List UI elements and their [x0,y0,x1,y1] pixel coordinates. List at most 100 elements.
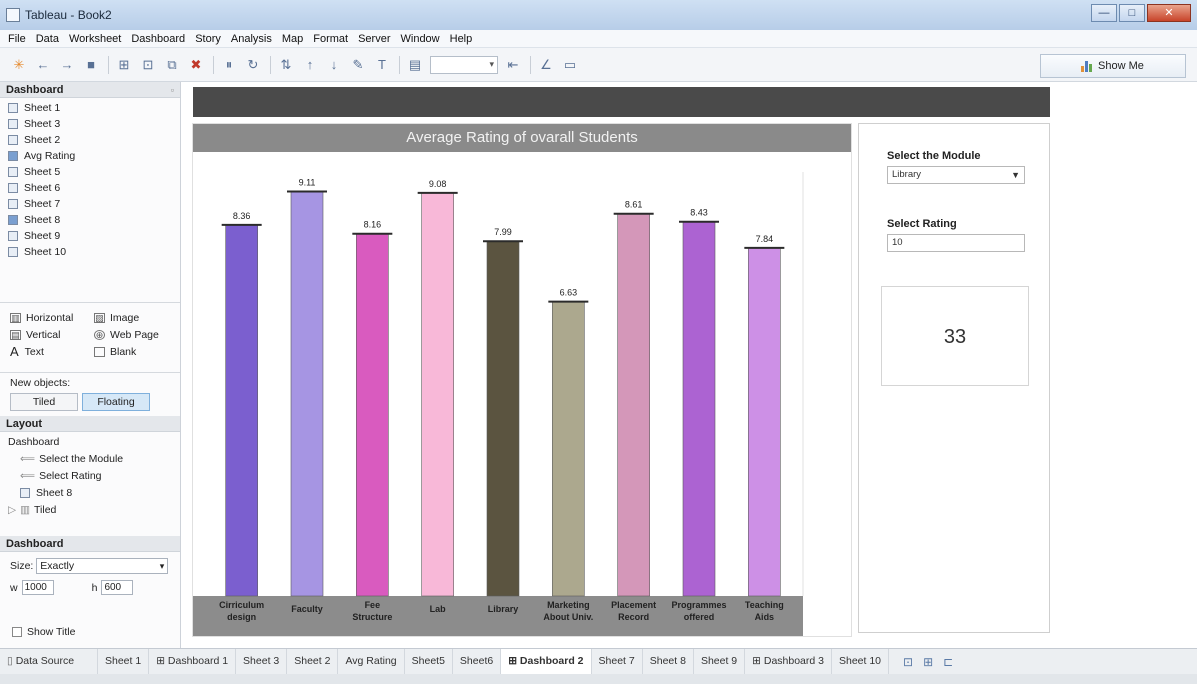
presentation-mode-icon[interactable]: ▭ [561,56,579,74]
bar[interactable] [748,247,781,597]
tab-sheet-7[interactable]: Sheet 7 [592,649,643,674]
tab-sheet-8[interactable]: Sheet 8 [643,649,694,674]
checkbox-box[interactable] [12,627,22,637]
save-icon[interactable]: ■ [82,56,100,74]
show-title-checkbox[interactable]: Show Title [12,626,75,638]
menu-data[interactable]: Data [36,33,59,45]
highlight-icon[interactable]: ✎ [349,56,367,74]
tableau-logo-icon[interactable]: ✳ [10,56,28,74]
sheet-item[interactable]: Sheet 5 [8,164,180,180]
module-dropdown[interactable]: Library ▼ [887,166,1025,184]
menu-window[interactable]: Window [401,33,440,45]
new-worksheet-icon[interactable]: ⊡ [139,56,157,74]
bar[interactable] [682,221,716,597]
bar[interactable] [225,224,258,597]
sort-descending-icon[interactable]: ↓ [325,56,343,74]
new-dashboard-icon[interactable]: ⊞ [923,655,933,669]
height-stepper[interactable]: 600 [101,580,134,595]
tab-sheet-6[interactable]: Sheet6 [453,649,502,674]
close-button[interactable]: ✕ [1147,4,1191,22]
layout-item-sheet8[interactable]: Sheet 8 [8,485,180,502]
sort-ascending-icon[interactable]: ↑ [301,56,319,74]
sheet-item[interactable]: Sheet 9 [8,228,180,244]
width-stepper[interactable]: 1000 [21,580,54,595]
bar[interactable] [552,301,585,597]
object-web-page[interactable]: ⊕ Web Page [94,329,178,341]
tab-dashboard-2[interactable]: ⊞ Dashboard 2 [501,649,592,674]
sheet-item[interactable]: Avg Rating [8,148,180,164]
tab-sheet-2[interactable]: Sheet 2 [287,649,339,674]
menu-map[interactable]: Map [282,33,303,45]
tab-dashboard-3[interactable]: ⊞ Dashboard 3 [745,649,832,674]
layout-tree-root[interactable]: Dashboard [8,434,180,451]
tab-sheet-5[interactable]: Sheet5 [405,649,453,674]
tableau-app-icon [6,8,20,22]
tab-data-source[interactable]: ▯ Data Source [0,649,98,674]
chart-panel[interactable]: Average Rating of ovarall Students 8.36 C… [192,123,852,637]
layout-item-tiled[interactable]: ▷ ▥ Tiled [8,502,180,519]
bar[interactable] [486,240,520,597]
layout-item-select-rating[interactable]: ⟸ Select Rating [8,468,180,485]
expand-triangle-icon[interactable]: ▷ [8,504,16,516]
fit-icon[interactable]: ▤ [406,56,424,74]
chart-title: Average Rating of ovarall Students [193,124,851,152]
sheet-item[interactable]: Sheet 10 [8,244,180,260]
object-horizontal[interactable]: ▥ Horizontal [10,312,94,324]
pen-annotate-icon[interactable]: ∠ [537,56,555,74]
menu-story[interactable]: Story [195,33,221,45]
menu-dashboard[interactable]: Dashboard [131,33,185,45]
sheet-item[interactable]: Sheet 7 [8,196,180,212]
new-story-icon[interactable]: ⊏ [943,655,953,669]
rating-input[interactable]: 10 [887,234,1025,252]
fix-axes-icon[interactable]: ⇤ [504,56,522,74]
tab-sheet-9[interactable]: Sheet 9 [694,649,746,674]
collapse-icon[interactable]: ▫ [171,82,174,98]
bar[interactable] [421,192,454,597]
tab-dashboard-1[interactable]: ⊞ Dashboard 1 [149,649,237,674]
labels-icon[interactable]: T [373,56,391,74]
menu-format[interactable]: Format [313,33,348,45]
sheet-item[interactable]: Sheet 8 [8,212,180,228]
minimize-button[interactable]: — [1091,4,1117,22]
pause-updates-icon[interactable]: ⏸ [220,56,238,74]
swap-icon[interactable]: ⇅ [277,56,295,74]
tab-tools: ⊡ ⊞ ⊏ [889,649,953,674]
size-dropdown[interactable]: Exactly [36,558,169,574]
floating-button[interactable]: Floating [82,393,150,411]
clear-sheet-icon[interactable]: ✖ [187,56,205,74]
show-me-button[interactable]: Show Me [1040,54,1186,78]
bar[interactable] [617,213,650,597]
refresh-icon[interactable]: ↻ [244,56,262,74]
tab-sheet-3[interactable]: Sheet 3 [236,649,288,674]
sheet-item[interactable]: Sheet 3 [8,116,180,132]
fit-dropdown[interactable] [430,55,498,74]
sheet-item[interactable]: Sheet 1 [8,100,180,116]
sheet-item[interactable]: Sheet 6 [8,180,180,196]
object-text[interactable]: A Text [10,344,94,359]
menu-help[interactable]: Help [450,33,473,45]
globe-icon: ⊕ [94,329,105,340]
object-image[interactable]: ▨ Image [94,312,178,324]
toolbar-separator [530,55,531,74]
tab-sheet-10[interactable]: Sheet 10 [832,649,890,674]
bar[interactable] [290,191,324,597]
undo-icon[interactable]: ← [34,56,52,74]
duplicate-sheet-icon[interactable]: ⧉ [163,56,181,74]
menu-worksheet[interactable]: Worksheet [69,33,121,45]
layout-item-select-module[interactable]: ⟸ Select the Module [8,451,180,468]
new-worksheet-icon[interactable]: ⊡ [903,655,913,669]
tiled-button[interactable]: Tiled [10,393,78,411]
object-blank[interactable]: Blank [94,346,178,358]
menu-file[interactable]: File [8,33,26,45]
sheet-item[interactable]: Sheet 2 [8,132,180,148]
redo-icon[interactable]: → [58,56,76,74]
object-vertical[interactable]: ▤ Vertical [10,329,94,341]
tab-sheet-1[interactable]: Sheet 1 [98,649,150,674]
tab-avg-rating[interactable]: Avg Rating [338,649,405,674]
menu-analysis[interactable]: Analysis [231,33,272,45]
maximize-button[interactable]: □ [1119,4,1145,22]
new-data-source-icon[interactable]: ⊞ [115,56,133,74]
menu-server[interactable]: Server [358,33,390,45]
sheet-list: Sheet 1 Sheet 3 Sheet 2 Avg Rating Sheet… [0,98,180,260]
bar[interactable] [356,233,389,597]
